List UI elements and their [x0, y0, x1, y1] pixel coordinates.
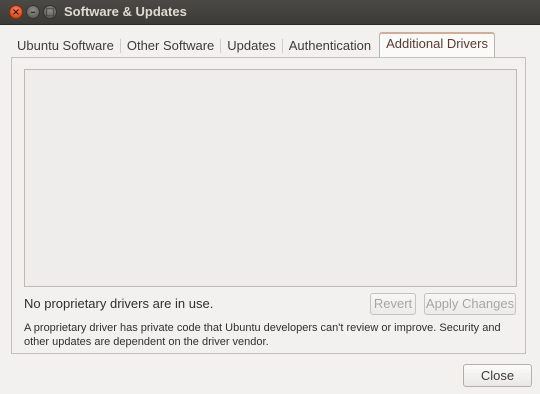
- proprietary-driver-info: A proprietary driver has private code th…: [24, 322, 501, 348]
- software-updates-window: × – □ Software & Updates Ubuntu Software…: [0, 0, 540, 394]
- tab-other-software[interactable]: Other Software: [121, 35, 220, 57]
- title-bar[interactable]: × – □ Software & Updates: [0, 0, 540, 25]
- window-title: Software & Updates: [64, 4, 187, 19]
- close-button[interactable]: Close: [463, 364, 532, 387]
- minimize-window-icon[interactable]: –: [26, 5, 40, 19]
- additional-drivers-panel: No proprietary drivers are in use. Rever…: [11, 57, 526, 354]
- close-window-icon[interactable]: ×: [9, 5, 23, 19]
- driver-status-text: No proprietary drivers are in use.: [24, 296, 214, 311]
- apply-changes-button[interactable]: Apply Changes: [424, 293, 516, 315]
- driver-list[interactable]: [24, 69, 517, 287]
- tab-authentication[interactable]: Authentication: [283, 35, 377, 57]
- maximize-window-icon[interactable]: □: [43, 5, 57, 19]
- revert-button[interactable]: Revert: [370, 293, 416, 315]
- tab-ubuntu-software[interactable]: Ubuntu Software: [11, 35, 120, 57]
- tab-additional-drivers[interactable]: Additional Drivers: [379, 32, 495, 57]
- tab-updates[interactable]: Updates: [221, 35, 281, 57]
- tab-bar: Ubuntu Software Other Software Updates A…: [11, 32, 495, 57]
